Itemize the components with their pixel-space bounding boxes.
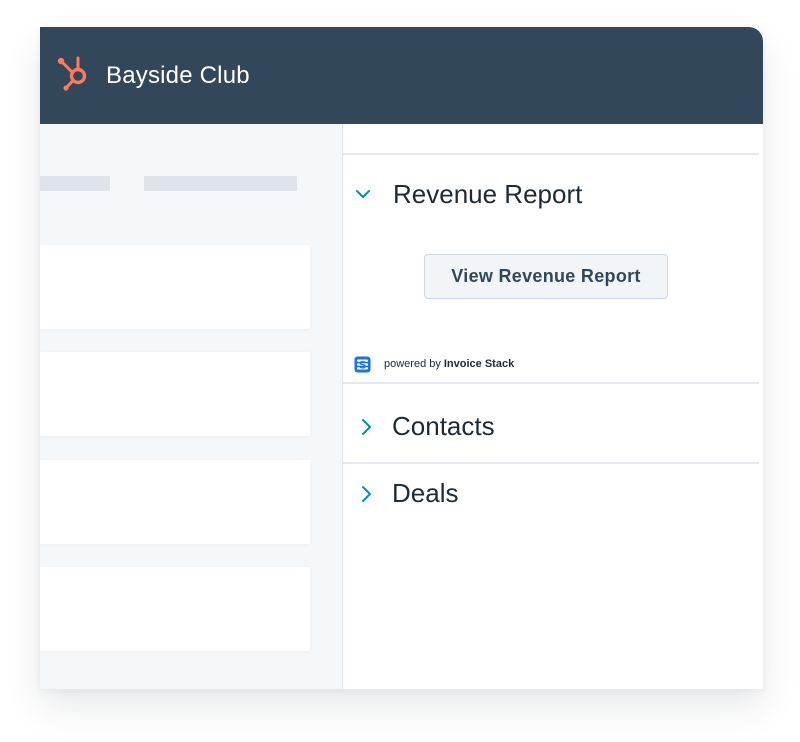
placeholder-card[interactable] (40, 245, 310, 329)
placeholder-bar (144, 176, 297, 191)
contacts-title: Contacts (392, 411, 495, 441)
placeholder-card[interactable] (40, 567, 310, 651)
chevron-down-icon (356, 190, 370, 198)
app-header: Bayside Club (40, 27, 763, 124)
placeholder-bar (40, 176, 110, 191)
section-divider (343, 153, 759, 155)
sprocket-logo-icon[interactable] (53, 53, 93, 93)
powered-by-brand[interactable]: Invoice Stack (444, 358, 514, 370)
section-divider (343, 382, 759, 384)
section-divider (343, 462, 759, 464)
svg-text:S: S (359, 359, 366, 371)
deals-section-header[interactable]: Deals (343, 474, 759, 514)
chevron-right-icon (362, 486, 371, 502)
contacts-section-header[interactable]: Contacts (343, 407, 759, 447)
revenue-report-title: Revenue Report (393, 179, 583, 209)
view-revenue-report-button[interactable]: View Revenue Report (424, 254, 668, 299)
powered-by-footer: S powered by Invoice Stack (354, 355, 514, 373)
app-title: Bayside Club (106, 62, 250, 89)
placeholder-card[interactable] (40, 460, 310, 544)
deals-title: Deals (392, 478, 459, 508)
powered-by-label: powered by (384, 358, 441, 370)
placeholder-card[interactable] (40, 352, 310, 436)
chevron-right-icon (362, 419, 371, 435)
invoice-stack-logo-icon: S (354, 356, 371, 372)
record-list-pane (40, 124, 342, 689)
revenue-report-section-header[interactable]: Revenue Report (343, 174, 759, 214)
app-window: Bayside Club Revenue Report View Revenue… (40, 27, 763, 689)
